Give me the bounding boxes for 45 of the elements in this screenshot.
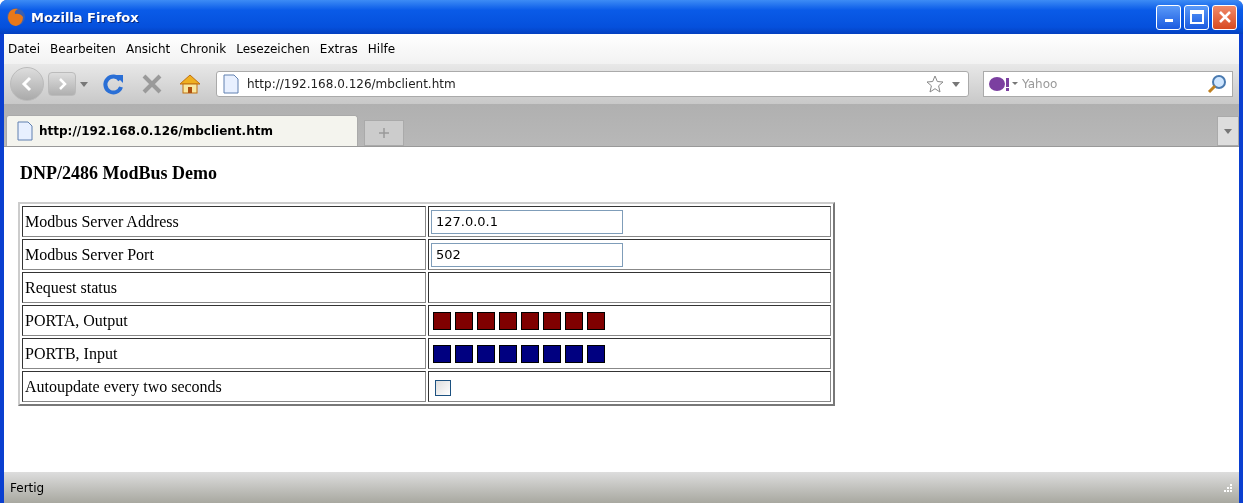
search-icon[interactable]	[1206, 73, 1228, 95]
table-cell: Modbus Server Port	[22, 239, 426, 270]
tab-list-button[interactable]	[1217, 116, 1239, 146]
table-cell: Modbus Server Address	[22, 206, 426, 237]
star-icon[interactable]	[926, 75, 944, 93]
status-text: Fertig	[10, 480, 45, 495]
close-icon	[1217, 10, 1232, 24]
page-heading: DNP/2486 ModBus Demo	[20, 163, 218, 184]
search-engine-icon[interactable]	[988, 75, 1020, 93]
page-icon	[17, 121, 33, 141]
reload-icon[interactable]	[102, 72, 126, 96]
menu-item[interactable]: Chronik	[180, 42, 227, 56]
stop-icon[interactable]	[140, 72, 164, 96]
minimize-icon	[1164, 19, 1173, 22]
resize-grip-icon[interactable]	[1223, 482, 1233, 493]
dropdown-arrow-icon[interactable]	[952, 81, 960, 87]
menu-item[interactable]: Extras	[319, 42, 358, 56]
dropdown-arrow-icon[interactable]	[80, 81, 88, 87]
table-cell: Request status	[22, 272, 426, 303]
search-box[interactable]: Yahoo	[983, 71, 1233, 97]
home-icon[interactable]	[178, 72, 202, 96]
table-cell: Autoupdate every two seconds	[22, 371, 426, 402]
menu-item[interactable]: Hilfe	[367, 42, 396, 56]
fox-globe-icon	[6, 7, 26, 27]
maximize-icon	[1189, 10, 1204, 24]
forward-button[interactable]	[48, 72, 76, 96]
address-field[interactable]: http://192.168.0.126/mbclient.htm	[216, 71, 969, 97]
table-cell: PORTB, Input	[22, 338, 426, 369]
back-button[interactable]	[10, 67, 44, 101]
browser-tab[interactable]: http://192.168.0.126/mbclient.htm	[6, 115, 358, 146]
maximize-button[interactable]	[1184, 4, 1209, 30]
plus-icon	[379, 128, 389, 138]
menu-item[interactable]: Bearbeiten	[50, 42, 116, 56]
input-field[interactable]: 127.0.0.1	[431, 209, 623, 234]
input-field[interactable]: 502	[431, 242, 623, 267]
menu-item[interactable]: Lesezeichen	[236, 42, 310, 56]
dropdown-arrow-icon	[1224, 128, 1232, 134]
minimize-button[interactable]	[1156, 4, 1181, 30]
checkbox[interactable]	[435, 379, 451, 396]
close-button[interactable]	[1212, 4, 1237, 30]
page-icon	[223, 74, 239, 94]
window-title: Mozilla Firefox	[31, 9, 140, 25]
menu-item[interactable]: Datei	[8, 42, 40, 56]
menu-item[interactable]: Ansicht	[125, 42, 171, 56]
table-cell: PORTA, Output	[22, 305, 426, 336]
